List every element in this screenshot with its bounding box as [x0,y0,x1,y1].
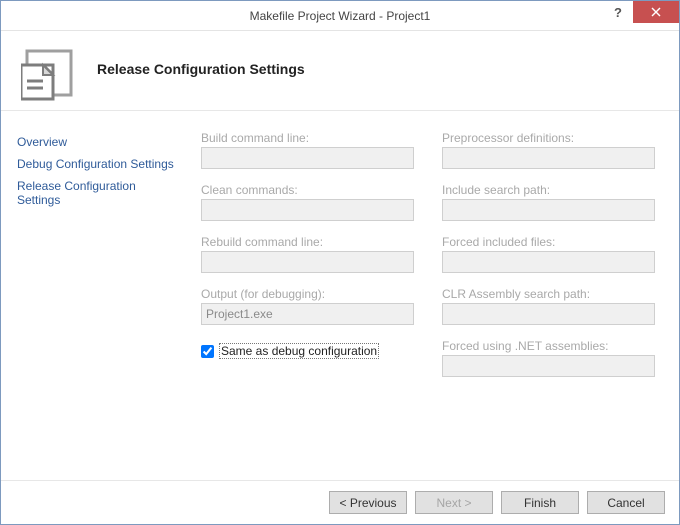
input-preproc[interactable] [442,147,655,169]
finish-button[interactable]: Finish [501,491,579,514]
sidebar-item-overview[interactable]: Overview [17,131,177,153]
field-clean-cmd: Clean commands: [201,183,414,221]
body: Overview Debug Configuration Settings Re… [1,111,679,480]
label-output: Output (for debugging): [201,287,414,301]
wizard-window: Makefile Project Wizard - Project1 ? Rel… [0,0,680,525]
help-button[interactable]: ? [603,1,633,23]
label-netasm: Forced using .NET assemblies: [442,339,655,353]
field-clrpath: CLR Assembly search path: [442,287,655,325]
input-forced[interactable] [442,251,655,273]
right-column: Preprocessor definitions: Include search… [442,131,655,474]
next-button[interactable]: Next > [415,491,493,514]
label-forced: Forced included files: [442,235,655,249]
label-same-as-debug[interactable]: Same as debug configuration [219,343,379,359]
form-area: Build command line: Clean commands: Rebu… [183,111,679,480]
field-forced: Forced included files: [442,235,655,273]
titlebar-buttons: ? [603,1,679,30]
footer: < Previous Next > Finish Cancel [1,480,679,524]
sidebar-item-release-config[interactable]: Release Configuration Settings [17,175,177,211]
input-clrpath[interactable] [442,303,655,325]
input-output[interactable] [201,303,414,325]
same-as-debug-row: Same as debug configuration [201,343,414,359]
label-clean-cmd: Clean commands: [201,183,414,197]
input-netasm[interactable] [442,355,655,377]
titlebar: Makefile Project Wizard - Project1 ? [1,1,679,31]
field-build-cmd: Build command line: [201,131,414,169]
checkbox-same-as-debug[interactable] [201,345,214,358]
window-title: Makefile Project Wizard - Project1 [250,9,431,23]
label-clrpath: CLR Assembly search path: [442,287,655,301]
label-rebuild-cmd: Rebuild command line: [201,235,414,249]
header: Release Configuration Settings [1,31,679,111]
field-rebuild-cmd: Rebuild command line: [201,235,414,273]
sidebar: Overview Debug Configuration Settings Re… [1,111,183,480]
cancel-button[interactable]: Cancel [587,491,665,514]
sidebar-item-debug-config[interactable]: Debug Configuration Settings [17,153,177,175]
left-column: Build command line: Clean commands: Rebu… [201,131,414,474]
page-title: Release Configuration Settings [97,45,305,77]
field-netasm: Forced using .NET assemblies: [442,339,655,377]
field-preproc: Preprocessor definitions: [442,131,655,169]
label-build-cmd: Build command line: [201,131,414,145]
field-include: Include search path: [442,183,655,221]
close-icon [651,7,661,17]
label-include: Include search path: [442,183,655,197]
input-include[interactable] [442,199,655,221]
wizard-icon [21,45,77,101]
label-preproc: Preprocessor definitions: [442,131,655,145]
close-button[interactable] [633,1,679,23]
input-build-cmd[interactable] [201,147,414,169]
input-rebuild-cmd[interactable] [201,251,414,273]
previous-button[interactable]: < Previous [329,491,407,514]
input-clean-cmd[interactable] [201,199,414,221]
field-output: Output (for debugging): [201,287,414,325]
